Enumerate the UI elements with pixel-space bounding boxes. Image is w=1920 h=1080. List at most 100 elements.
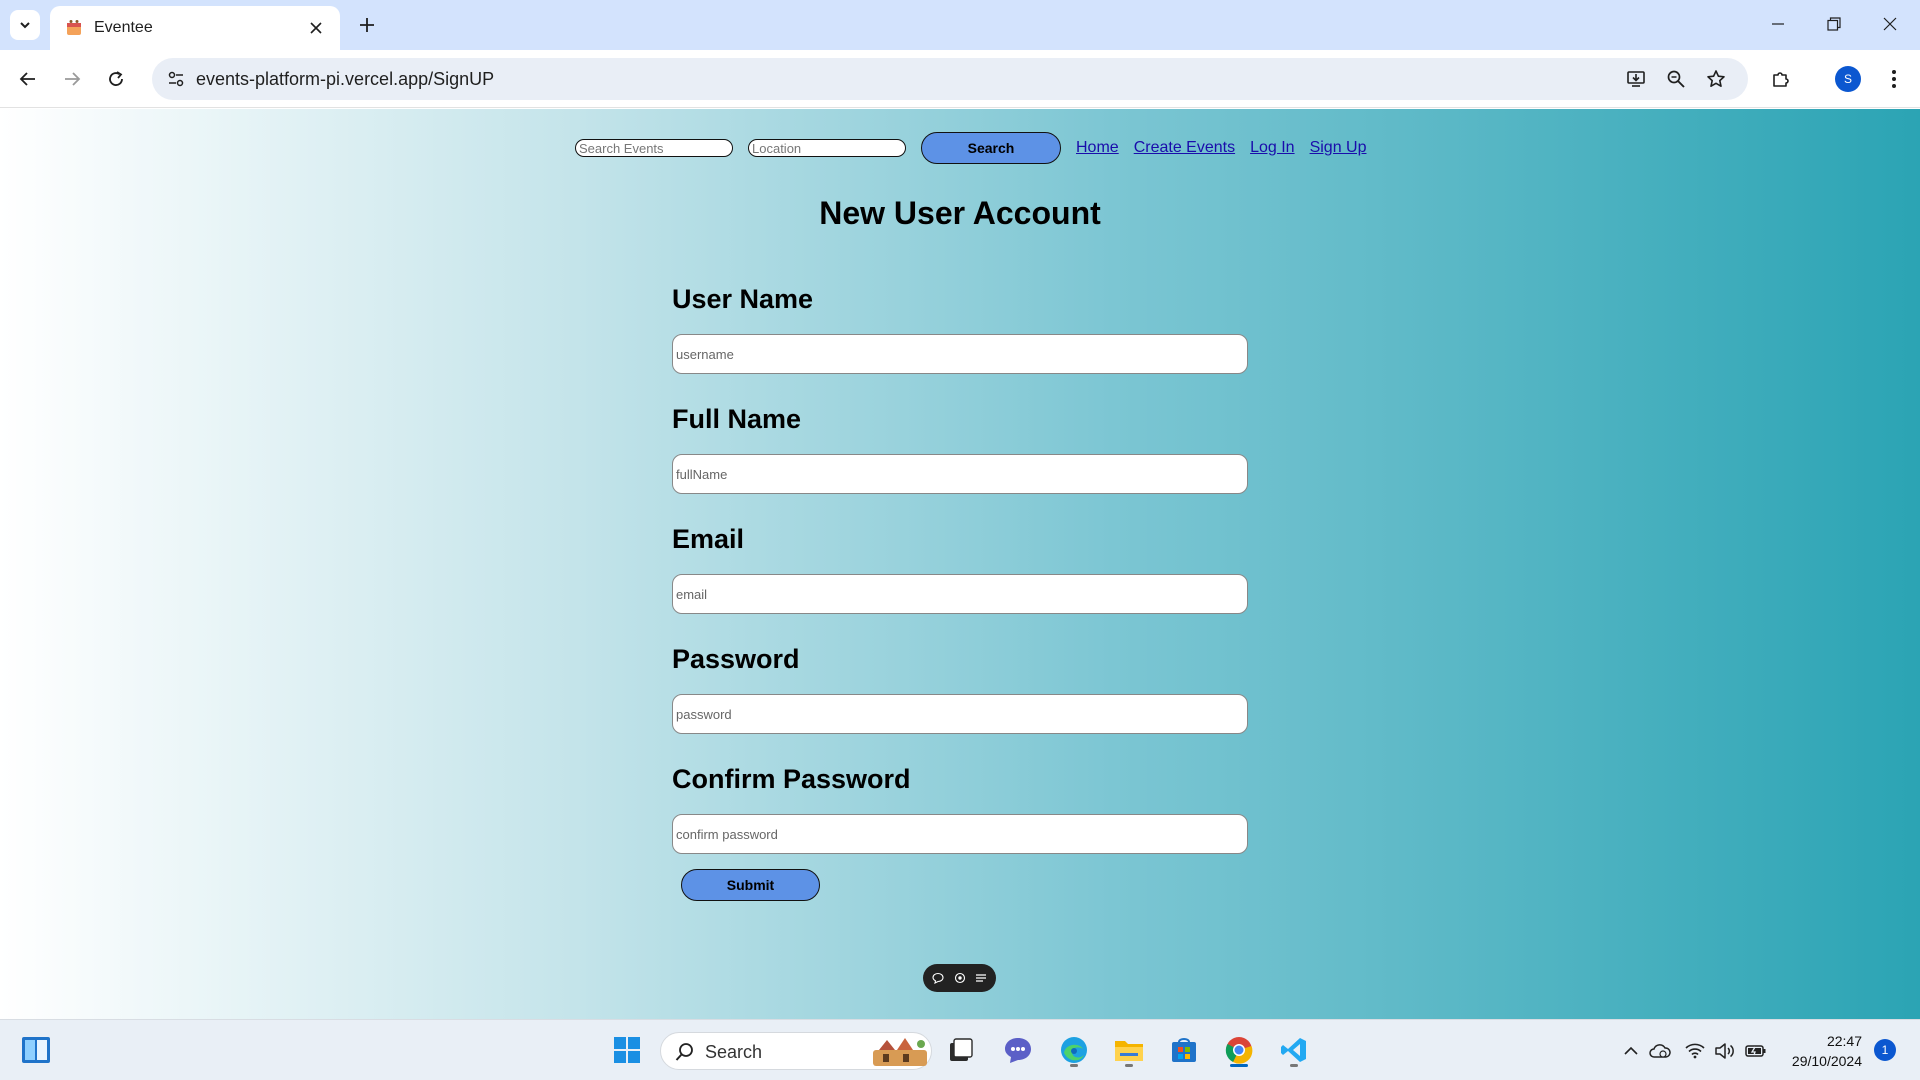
taskbar-edge[interactable] [1054, 1030, 1094, 1070]
close-window-button[interactable] [1862, 0, 1918, 48]
url-text[interactable]: events-platform-pi.vercel.app/SignUP [196, 69, 494, 90]
widgets-button[interactable] [16, 1030, 56, 1070]
nav-link-create-events[interactable]: Create Events [1134, 139, 1235, 157]
vscode-icon [1281, 1038, 1306, 1062]
zoom-icon[interactable] [1660, 63, 1692, 95]
volume-tray-icon[interactable] [1712, 1039, 1736, 1063]
system-clock[interactable]: 22:47 29/10/2024 [1778, 1031, 1862, 1071]
page-title: New User Account [819, 195, 1101, 231]
confirm-password-label: Confirm Password [672, 764, 911, 794]
new-tab-button[interactable] [352, 10, 382, 40]
location-input[interactable] [748, 139, 906, 157]
running-indicator [1125, 1064, 1133, 1067]
clock-date: 29/10/2024 [1791, 1053, 1862, 1069]
show-hidden-icons-button[interactable] [1619, 1039, 1643, 1063]
clock-time: 22:47 [1826, 1033, 1862, 1049]
search-events-input[interactable] [575, 139, 733, 157]
site-favicon-icon [64, 18, 84, 38]
full-name-input[interactable] [672, 454, 1248, 494]
puzzle-icon [1773, 72, 1789, 87]
forward-button[interactable] [56, 63, 88, 95]
menu-lines-icon [975, 974, 986, 982]
folder-icon [1115, 1041, 1143, 1061]
windows-taskbar: Search 22:47 29/10/2024 1 [0, 1019, 1920, 1080]
battery-tray-icon[interactable] [1744, 1039, 1768, 1063]
extensions-button[interactable] [1765, 63, 1797, 95]
speaker-icon [1715, 1043, 1734, 1059]
signup-form: User Name Full Name Email Password Confi… [672, 280, 1248, 880]
taskbar-search-box[interactable]: Search [660, 1032, 932, 1070]
email-input[interactable] [672, 574, 1248, 614]
chrome-browser-icon [1225, 1037, 1253, 1064]
widgets-icon [22, 1037, 50, 1063]
nav-link-sign-up[interactable]: Sign Up [1310, 139, 1367, 157]
taskbar-task-view[interactable] [941, 1030, 981, 1070]
tab-search-button[interactable] [10, 10, 40, 40]
reload-button[interactable] [100, 63, 132, 95]
password-label: Password [672, 644, 800, 674]
browser-tab-active[interactable]: Eventee [50, 6, 340, 50]
task-view-icon [950, 1038, 973, 1061]
eye-toggle-icon [954, 972, 965, 984]
nav-link-home[interactable]: Home [1076, 139, 1119, 157]
restore-button[interactable] [1806, 0, 1862, 48]
username-label: User Name [672, 284, 814, 314]
edge-browser-icon [1061, 1037, 1087, 1063]
site-header: Search Home Create Events Log In Sign Up [575, 132, 1381, 164]
restore-icon [1827, 17, 1841, 31]
browser-toolbar: events-platform-pi.vercel.app/SignUP S [0, 50, 1920, 108]
install-app-icon[interactable] [1620, 63, 1652, 95]
wifi-icon [1685, 1043, 1705, 1059]
notification-badge[interactable]: 1 [1874, 1039, 1896, 1061]
chevron-up-icon [1624, 1046, 1638, 1055]
search-icon [675, 1043, 693, 1061]
taskbar-search-label: Search [705, 1042, 763, 1062]
battery-charging-icon [1745, 1045, 1766, 1057]
bookmark-star-icon[interactable] [1700, 63, 1732, 95]
taskbar-chrome[interactable] [1219, 1030, 1259, 1070]
taskbar-teams[interactable] [998, 1030, 1038, 1070]
site-settings-icon[interactable] [160, 63, 192, 95]
minimize-button[interactable] [1750, 0, 1806, 48]
submit-button[interactable]: Submit [681, 869, 820, 901]
taskbar-store[interactable] [1164, 1030, 1204, 1070]
email-label: Email [672, 524, 745, 554]
close-icon [1883, 17, 1897, 31]
search-highlight-icon [873, 1038, 927, 1066]
username-input[interactable] [672, 334, 1248, 374]
password-input[interactable] [672, 694, 1248, 734]
search-button[interactable]: Search [921, 132, 1061, 164]
arrow-right-icon [65, 72, 81, 86]
plus-icon [360, 18, 374, 32]
full-name-label: Full Name [672, 404, 802, 434]
page-viewport: Search Home Create Events Log In Sign Up… [0, 109, 1920, 1019]
cloud-sync-icon [1649, 1044, 1671, 1058]
dev-toolbar-pill[interactable] [923, 964, 996, 992]
arrow-left-icon [19, 72, 35, 86]
chevron-down-icon [20, 22, 30, 29]
taskbar-file-explorer[interactable] [1109, 1030, 1149, 1070]
back-button[interactable] [12, 63, 44, 95]
address-bar[interactable]: events-platform-pi.vercel.app/SignUP [152, 58, 1748, 100]
running-indicator-active [1230, 1064, 1248, 1067]
profile-avatar[interactable]: S [1835, 66, 1861, 92]
teams-chat-icon [1005, 1038, 1031, 1063]
minimize-icon [1772, 23, 1784, 25]
reload-icon [109, 71, 123, 86]
tab-close-icon[interactable] [306, 18, 326, 38]
running-indicator [1070, 1064, 1078, 1067]
wifi-tray-icon[interactable] [1683, 1039, 1707, 1063]
confirm-password-input[interactable] [672, 814, 1248, 854]
nav-link-log-in[interactable]: Log In [1250, 139, 1294, 157]
store-icon [1172, 1038, 1196, 1062]
browser-menu-button[interactable] [1878, 63, 1910, 95]
windows-logo-icon [614, 1037, 640, 1063]
running-indicator [1290, 1064, 1298, 1067]
comment-icon [932, 972, 944, 984]
onedrive-tray-icon[interactable] [1648, 1039, 1672, 1063]
more-vertical-icon [1892, 70, 1896, 88]
start-button[interactable] [607, 1030, 647, 1070]
tab-title: Eventee [94, 19, 153, 36]
browser-tab-strip: Eventee [0, 0, 1920, 50]
taskbar-vscode[interactable] [1274, 1030, 1314, 1070]
